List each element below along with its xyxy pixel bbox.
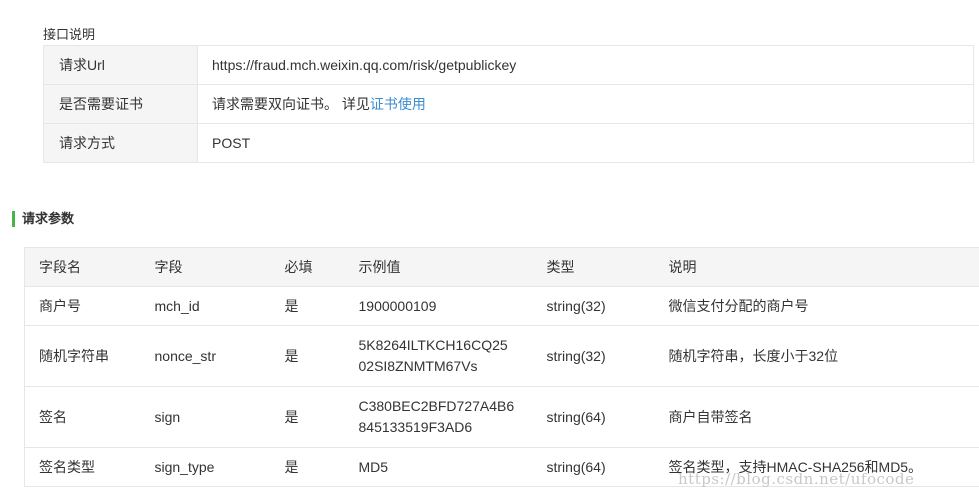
params-table: 字段名 字段 必填 示例值 类型 说明 商户号 mch_id 是 1900000…	[24, 247, 979, 487]
info-key: 是否需要证书	[43, 84, 198, 124]
example-line: 5K8264ILTKCH16CQ25	[358, 337, 508, 353]
table-header-row: 字段名 字段 必填 示例值 类型 说明	[24, 247, 979, 287]
info-value: POST	[197, 123, 974, 163]
example-line: C380BEC2BFD727A4B6	[358, 398, 515, 414]
cell-example: 1900000109	[358, 286, 547, 326]
example-line: MD5	[358, 458, 389, 475]
api-info-table: 请求Url https://fraud.mch.weixin.qq.com/ri…	[43, 45, 974, 163]
cell-example: MD5	[358, 447, 547, 487]
cell-required: 是	[284, 386, 359, 448]
cert-usage-link[interactable]: 证书使用	[370, 96, 426, 112]
cell-required: 是	[284, 286, 359, 326]
cell-type: string(32)	[546, 325, 669, 387]
cell-description: 微信支付分配的商户号	[668, 286, 979, 326]
header-example: 示例值	[358, 247, 547, 287]
header-field: 字段	[154, 247, 285, 287]
cell-required: 是	[284, 447, 359, 487]
params-section-title: 请求参数	[22, 211, 75, 226]
cell-field: nonce_str	[154, 325, 285, 387]
cell-description: 随机字符串，长度小于32位	[668, 325, 979, 387]
watermark-text: https://blog.csdn.net/ufocode	[678, 470, 915, 488]
cell-name: 签名	[24, 386, 155, 448]
api-description-title: 接口说明	[43, 27, 96, 42]
cell-type: string(64)	[546, 447, 669, 487]
info-row-cert: 是否需要证书 请求需要双向证书。 详见证书使用	[43, 84, 974, 124]
header-description: 说明	[668, 247, 979, 287]
info-row-url: 请求Url https://fraud.mch.weixin.qq.com/ri…	[43, 45, 974, 85]
example-line: 1900000109	[358, 297, 437, 314]
header-type: 类型	[546, 247, 669, 287]
info-key: 请求Url	[43, 45, 198, 85]
cell-name: 签名类型	[24, 447, 155, 487]
info-value-cell: 请求需要双向证书。 详见证书使用	[197, 84, 974, 124]
cell-description: 商户自带签名	[668, 386, 979, 448]
cell-type: string(64)	[546, 386, 669, 448]
header-required: 必填	[284, 247, 359, 287]
cell-field: sign_type	[154, 447, 285, 487]
cell-field: mch_id	[154, 286, 285, 326]
example-line: 845133519F3AD6	[358, 419, 473, 435]
info-value: 请求需要双向证书。 详见	[212, 96, 370, 112]
section-accent-bar	[12, 211, 15, 227]
table-row: 随机字符串 nonce_str 是 5K8264ILTKCH16CQ25 02S…	[24, 325, 979, 387]
cell-name: 随机字符串	[24, 325, 155, 387]
cell-example: C380BEC2BFD727A4B6 845133519F3AD6	[358, 386, 547, 448]
table-row: 商户号 mch_id 是 1900000109 string(32) 微信支付分…	[24, 286, 979, 326]
info-row-method: 请求方式 POST	[43, 123, 974, 163]
cell-field: sign	[154, 386, 285, 448]
info-key: 请求方式	[43, 123, 198, 163]
example-line: 02SI8ZNMTM67Vs	[358, 358, 478, 374]
cell-required: 是	[284, 325, 359, 387]
cell-example: 5K8264ILTKCH16CQ25 02SI8ZNMTM67Vs	[358, 325, 547, 387]
info-value: https://fraud.mch.weixin.qq.com/risk/get…	[197, 45, 974, 85]
cell-type: string(32)	[546, 286, 669, 326]
header-field-name: 字段名	[24, 247, 155, 287]
table-row: 签名 sign 是 C380BEC2BFD727A4B6 845133519F3…	[24, 386, 979, 448]
cell-name: 商户号	[24, 286, 155, 326]
